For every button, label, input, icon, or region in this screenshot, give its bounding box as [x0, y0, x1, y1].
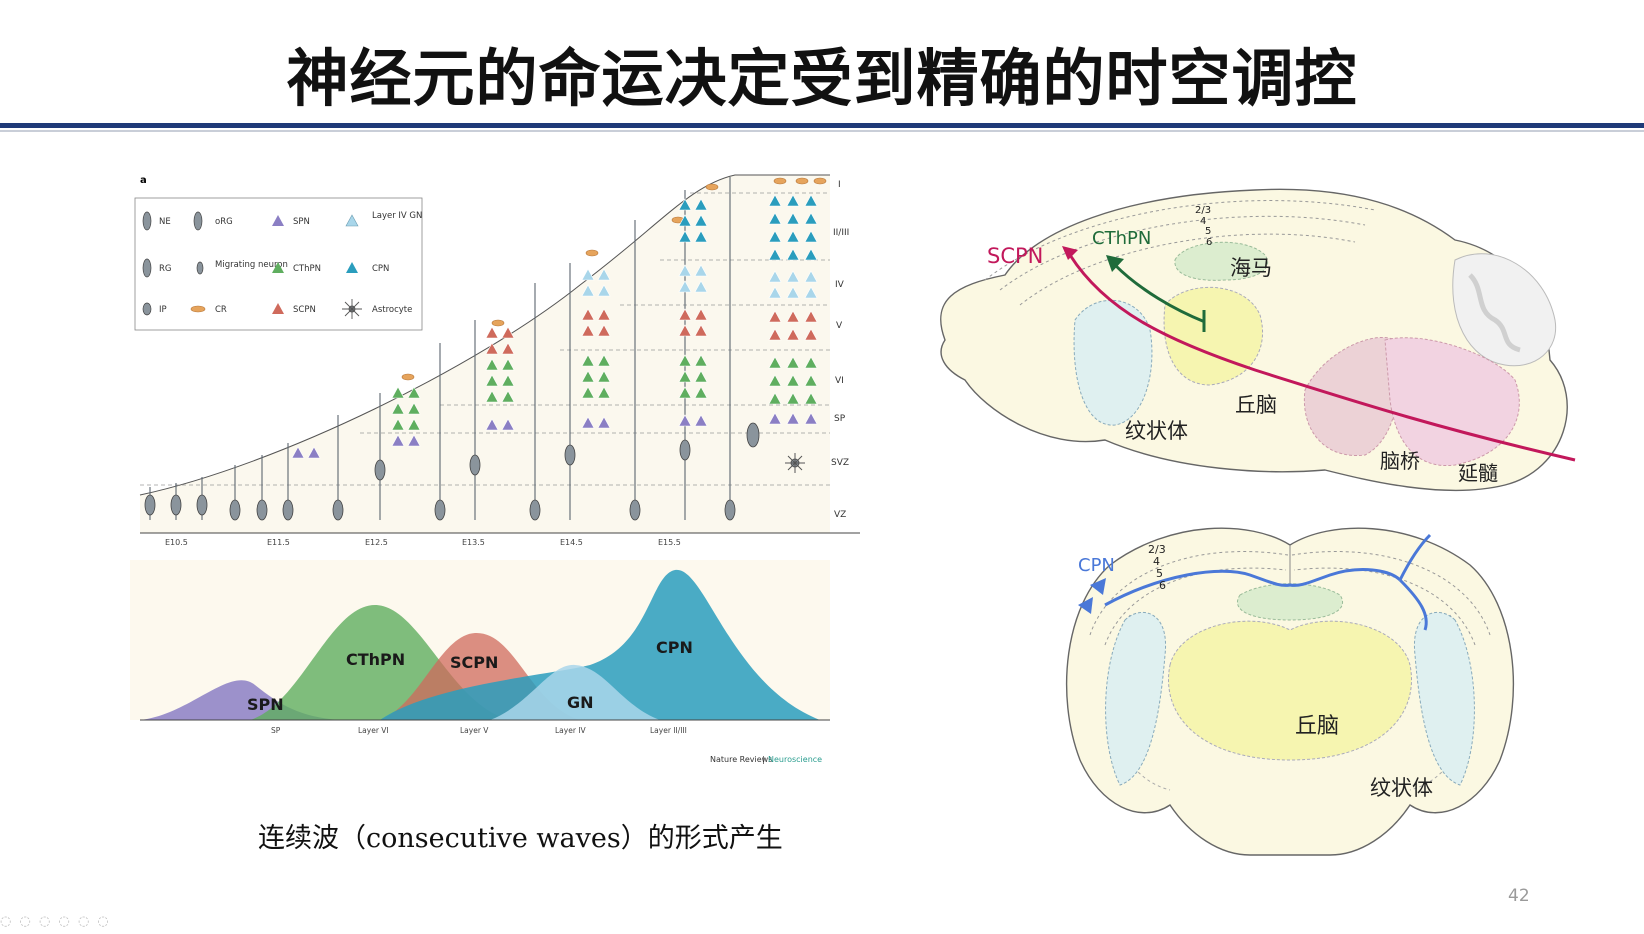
layer-number: 5 [1205, 226, 1211, 237]
cthpn-label: CThPN [1092, 228, 1151, 249]
age-label: E15.5 [658, 538, 681, 547]
zoom-icon[interactable]: ◌ [0, 914, 13, 929]
credit-separator: | [762, 755, 765, 764]
layer-label: VZ [834, 510, 846, 520]
layer-number: 6 [1206, 237, 1212, 248]
layer-label: VI [835, 376, 844, 386]
thalamus-label: 丘脑 [1235, 393, 1277, 417]
wave-axis-label: SP [271, 726, 281, 735]
header-rule-shadow [0, 130, 1644, 132]
layer-labels: I II/III IV V VI SP SVZ VZ [831, 180, 849, 520]
grid-icon[interactable]: ◌ [78, 914, 91, 929]
wave-axis-labels: SP Layer VI Layer V Layer IV Layer II/II… [271, 726, 687, 735]
slide-title: 神经元的命运决定受到精确的时空调控 [286, 42, 1358, 115]
wave-label: SCPN [450, 653, 498, 672]
legend-cpn: CPN [372, 264, 389, 274]
wave-label: CThPN [346, 650, 405, 669]
layer-label: II/III [833, 228, 849, 238]
legend-cr: CR [215, 305, 227, 315]
striatum-coronal-label: 纹状体 [1370, 776, 1433, 800]
wave-label: SPN [247, 695, 284, 714]
wave-label: CPN [656, 638, 693, 657]
layer-number: 2/3 [1195, 205, 1211, 216]
sagittal-brain-diagram: SCPN CThPN 2/3 4 5 6 海马 丘脑 纹状体 脑桥 延髓 [940, 188, 1576, 492]
legend-cthpn: CThPN [293, 264, 321, 274]
layer-label: SVZ [831, 458, 849, 468]
layer-number: 6 [1159, 579, 1166, 592]
link-icon[interactable]: ◌ [39, 914, 52, 929]
presentation-toolbar: ◌ ◌ ◌ ◌ ◌ ◌ [0, 914, 111, 929]
thalamus-coronal-region [1168, 620, 1412, 761]
age-labels: E10.5 E11.5 E12.5 E13.5 E14.5 E15.5 [165, 538, 681, 547]
layer-label: I [838, 180, 841, 190]
age-label: E14.5 [560, 538, 583, 547]
scpn-label: SCPN [987, 244, 1043, 268]
legend-ne: NE [159, 217, 171, 227]
figure-caption: 连续波（consecutive waves）的形式产生 [258, 823, 783, 854]
wave-label: GN [567, 693, 594, 712]
age-label: E11.5 [267, 538, 290, 547]
pen-icon[interactable]: ◌ [19, 914, 32, 929]
legend-rg: RG [159, 264, 172, 274]
layer-label: V [836, 321, 843, 331]
cpn-label: CPN [1078, 555, 1115, 576]
coronal-brain-diagram: CPN 2/3 4 5 6 丘脑 纹状体 [1065, 527, 1515, 856]
home-icon[interactable]: ◌ [58, 914, 71, 929]
hippocampus-label: 海马 [1230, 256, 1272, 280]
legend-ip: IP [159, 305, 167, 315]
layer-label: SP [834, 414, 846, 424]
wave-axis-label: Layer II/III [650, 726, 687, 735]
wave-axis-label: Layer IV [555, 726, 587, 735]
legend-org: oRG [215, 217, 233, 227]
legend-layer4gn: Layer IV GN [372, 211, 422, 221]
panel-a-label: a [140, 175, 147, 186]
header-rule [0, 123, 1644, 128]
layer-label: IV [835, 280, 845, 290]
age-label: E10.5 [165, 538, 188, 547]
cortical-development-figure: a b I II/III IV V VI SP SVZ VZ [130, 174, 860, 764]
medulla-label: 延髓 [1458, 461, 1498, 485]
more-icon[interactable]: ◌ [97, 914, 110, 929]
astrocyte-cell [785, 453, 805, 473]
page-number: 42 [1508, 886, 1530, 906]
striatum-label: 纹状体 [1125, 419, 1188, 443]
credit-subject: Neuroscience [768, 755, 822, 764]
legend-spn: SPN [293, 217, 310, 227]
thalamus-coronal-label: 丘脑 [1295, 714, 1339, 739]
legend-scpn: SCPN [293, 305, 316, 315]
age-label: E12.5 [365, 538, 388, 547]
figure-credit: Nature Reviews | Neuroscience [710, 755, 822, 764]
age-label: E13.5 [462, 538, 485, 547]
wave-axis-label: Layer VI [358, 726, 389, 735]
legend-astro: Astrocyte [372, 305, 412, 315]
hippocampus-coronal-region [1237, 583, 1343, 621]
wave-axis-label: Layer V [460, 726, 489, 735]
pons-label: 脑桥 [1380, 449, 1420, 473]
